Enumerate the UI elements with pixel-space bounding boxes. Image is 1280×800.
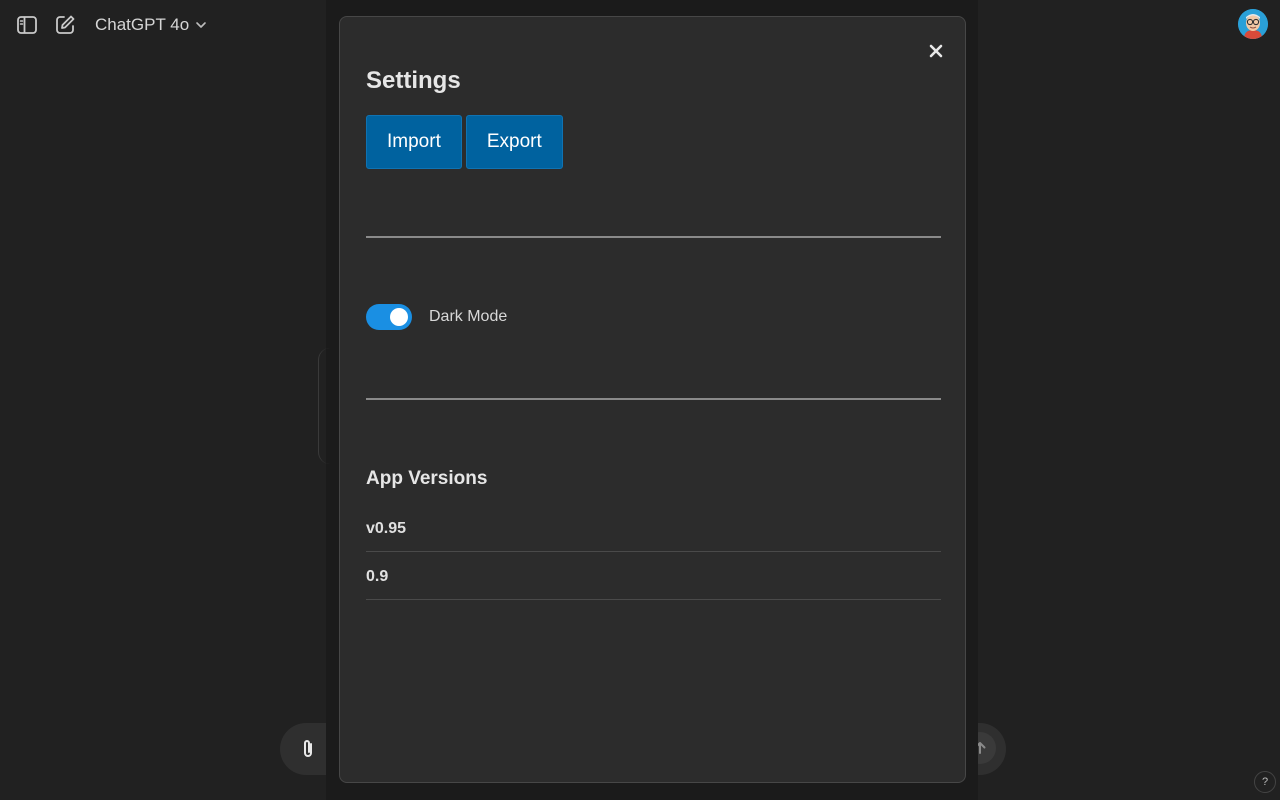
export-button[interactable]: Export bbox=[465, 115, 563, 169]
sidebar-toggle-button[interactable] bbox=[13, 11, 41, 39]
import-export-buttons: Import Export bbox=[366, 115, 563, 169]
dark-mode-label: Dark Mode bbox=[429, 308, 508, 325]
paperclip-icon bbox=[304, 740, 312, 757]
close-button[interactable] bbox=[924, 39, 948, 63]
sidebar-toggle-icon bbox=[17, 16, 37, 34]
import-button[interactable]: Import bbox=[366, 115, 462, 169]
attach-button[interactable] bbox=[294, 735, 322, 763]
model-name: ChatGPT 4o bbox=[95, 15, 190, 34]
chevron-down-icon bbox=[196, 22, 206, 28]
version-list: v0.95 0.9 bbox=[366, 504, 941, 600]
settings-modal: Settings Import Export Dark Mode App Ver… bbox=[339, 16, 966, 783]
new-chat-icon bbox=[56, 15, 75, 34]
dark-mode-toggle[interactable] bbox=[366, 304, 412, 330]
avatar[interactable] bbox=[1238, 9, 1268, 39]
version-item: 0.9 bbox=[366, 552, 941, 600]
modal-title: Settings bbox=[366, 67, 461, 94]
model-selector[interactable]: ChatGPT 4o bbox=[95, 13, 207, 37]
new-chat-button[interactable] bbox=[51, 11, 79, 39]
avatar-face-icon bbox=[1238, 9, 1268, 39]
composer-edge bbox=[318, 348, 331, 464]
help-button[interactable]: ? bbox=[1254, 771, 1276, 793]
version-item: v0.95 bbox=[366, 504, 941, 552]
section-divider bbox=[366, 236, 941, 238]
section-divider bbox=[366, 398, 941, 400]
app-versions-title: App Versions bbox=[366, 468, 488, 489]
app-window: ChatGPT 4o ? Settings Import Export Dark… bbox=[0, 0, 1280, 800]
close-icon bbox=[929, 44, 943, 58]
toggle-knob bbox=[390, 308, 408, 326]
dark-mode-setting: Dark Mode bbox=[366, 304, 507, 330]
